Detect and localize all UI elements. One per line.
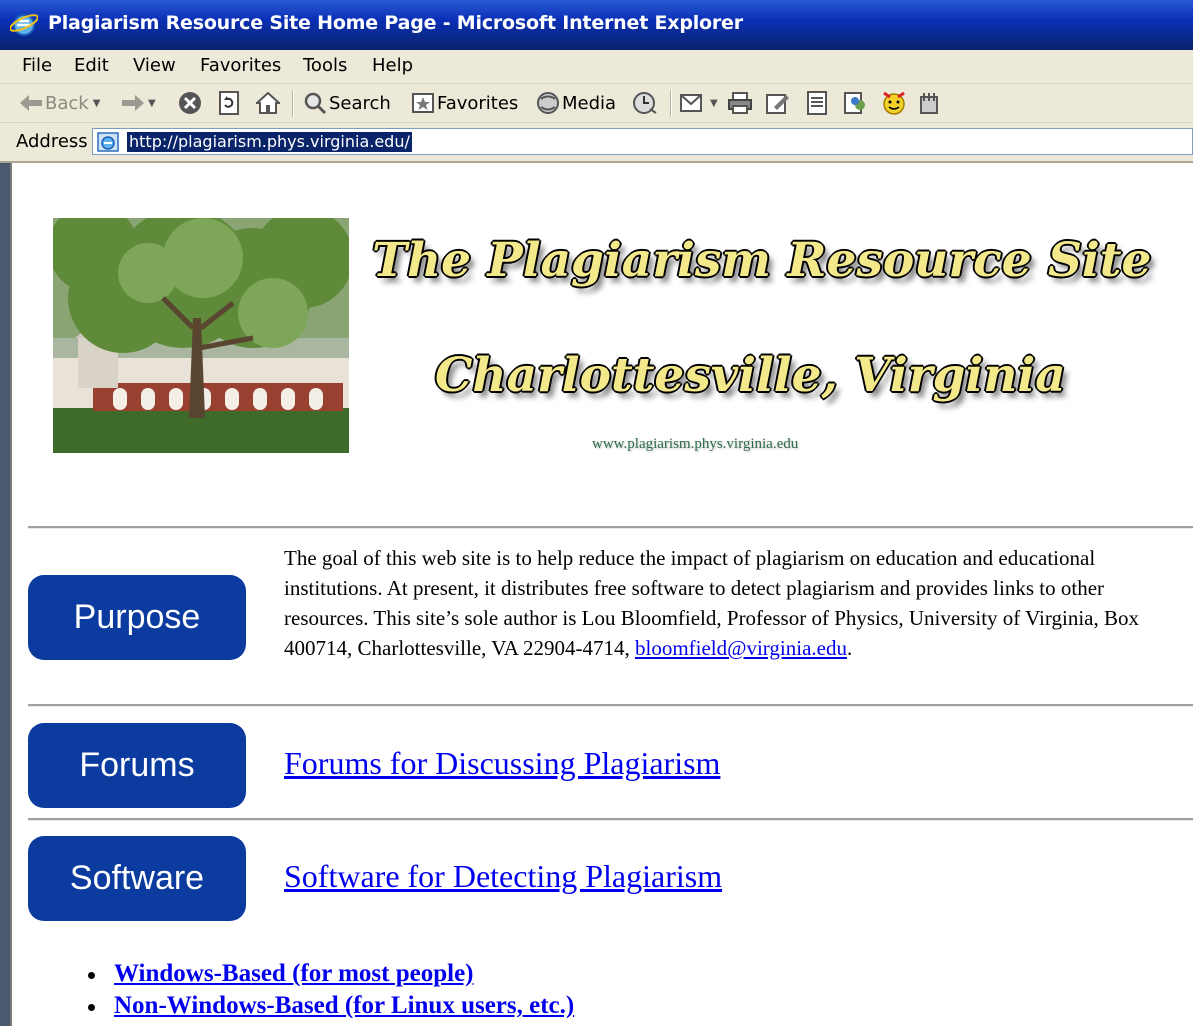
discuss-button[interactable]: [806, 90, 828, 116]
home-button[interactable]: [256, 90, 280, 116]
page-icon: [97, 132, 119, 152]
edit-page-icon: [766, 94, 789, 114]
back-button[interactable]: Back ▼: [20, 90, 100, 116]
non-windows-software-link[interactable]: Non-Windows-Based (for Linux users, etc.…: [114, 992, 574, 1019]
back-label: Back: [45, 92, 89, 114]
print-icon: [728, 92, 752, 114]
refresh-icon: [219, 91, 239, 115]
divider: [28, 818, 1193, 821]
software-link[interactable]: Software for Detecting Plagiarism: [284, 858, 722, 895]
address-bar: Address http://plagiarism.phys.virginia.…: [0, 123, 1193, 163]
search-label: Search: [329, 92, 391, 114]
home-icon: [256, 92, 280, 114]
software-button[interactable]: Software: [28, 836, 246, 921]
windows-software-link[interactable]: Windows-Based (for most people): [114, 960, 474, 987]
list-item: Non-Windows-Based (for Linux users, etc.…: [82, 990, 574, 1022]
tool-icon: [920, 93, 938, 114]
history-icon: [633, 92, 657, 114]
favorites-label: Favorites: [437, 92, 519, 114]
mail-icon: [680, 94, 702, 112]
site-url-text: www.plagiarism.phys.virginia.edu: [592, 436, 799, 452]
favorites-icon: [412, 93, 434, 113]
messenger-icon: [844, 92, 865, 114]
mail-button[interactable]: ▼: [680, 90, 718, 116]
discuss-icon: [807, 91, 827, 115]
campus-photo: [53, 218, 349, 453]
menu-tools[interactable]: Tools: [303, 55, 347, 76]
purpose-description: The goal of this web site is to help red…: [284, 543, 1164, 663]
menu-favorites[interactable]: Favorites: [200, 55, 281, 76]
media-button[interactable]: Media: [536, 90, 616, 116]
stop-icon: [179, 92, 201, 114]
stop-button[interactable]: [178, 90, 202, 116]
site-location: Charlottesville, Virginia: [435, 348, 1066, 403]
internet-explorer-icon: [10, 14, 38, 36]
favorites-button[interactable]: Favorites: [412, 90, 518, 116]
menu-bar: File Edit View Favorites Tools Help: [0, 50, 1193, 84]
forward-arrow-icon: [122, 95, 144, 111]
back-dropdown-icon[interactable]: ▼: [93, 98, 101, 109]
page-viewport[interactable]: The Plagiarism Resource Site Charlottesv…: [10, 163, 1193, 1026]
menu-view[interactable]: View: [133, 55, 176, 76]
messenger-button[interactable]: [843, 90, 867, 116]
menu-edit[interactable]: Edit: [74, 55, 109, 76]
purpose-button[interactable]: Purpose: [28, 575, 246, 660]
forward-button[interactable]: ▼: [122, 90, 156, 116]
address-url: http://plagiarism.phys.virginia.edu/: [127, 132, 412, 152]
menu-help[interactable]: Help: [372, 55, 413, 76]
refresh-button[interactable]: [218, 90, 240, 116]
divider: [28, 704, 1193, 707]
mail-dropdown-icon[interactable]: ▼: [710, 98, 718, 109]
media-label: Media: [562, 92, 617, 114]
purpose-trailing: .: [846, 636, 853, 660]
search-button[interactable]: Search: [303, 90, 391, 116]
toolbar-separator: [670, 90, 672, 117]
window-title: Plagiarism Resource Site Home Page - Mic…: [48, 12, 743, 34]
back-arrow-icon: [20, 95, 42, 111]
divider: [28, 526, 1193, 529]
research-button[interactable]: [882, 90, 906, 116]
smiley-icon: [883, 91, 905, 115]
window-title-bar[interactable]: Plagiarism Resource Site Home Page - Mic…: [0, 0, 1193, 50]
toolbar-separator: [292, 90, 294, 117]
author-email-link[interactable]: bloomfield@virginia.edu: [635, 636, 847, 660]
extra-tool-button[interactable]: [918, 90, 942, 116]
forward-dropdown-icon[interactable]: ▼: [148, 98, 156, 109]
standard-toolbar: Back ▼ ▼ Search Favorites Media ▼: [0, 84, 1193, 123]
search-icon: [304, 92, 327, 115]
forums-button[interactable]: Forums: [28, 723, 246, 808]
site-title: The Plagiarism Resource Site: [372, 233, 1152, 288]
address-input[interactable]: http://plagiarism.phys.virginia.edu/: [92, 128, 1193, 155]
list-item: Windows-Based (for most people): [82, 958, 574, 990]
software-sublinks: Windows-Based (for most people) Non-Wind…: [82, 958, 574, 1022]
menu-file[interactable]: File: [22, 55, 52, 76]
media-icon: [537, 92, 559, 114]
print-button[interactable]: [728, 90, 752, 116]
history-button[interactable]: [632, 90, 658, 116]
address-label: Address: [16, 131, 88, 152]
forums-link[interactable]: Forums for Discussing Plagiarism: [284, 745, 720, 782]
edit-button[interactable]: [766, 90, 790, 116]
